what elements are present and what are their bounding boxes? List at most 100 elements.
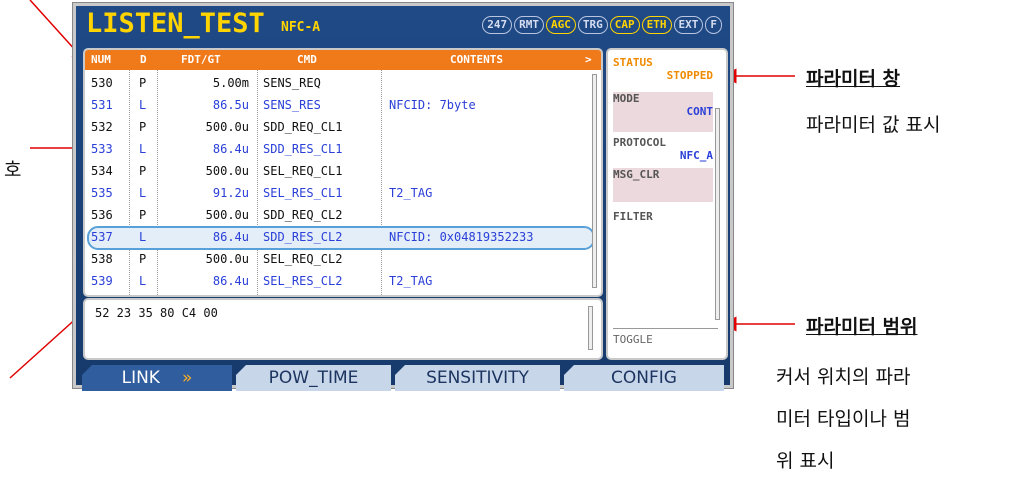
double-chevron-icon: » bbox=[181, 368, 193, 388]
cell-contents: T2_TAG bbox=[389, 274, 433, 288]
cell-fdt: 500.0u bbox=[205, 252, 249, 266]
cell-fdt: 5.00m bbox=[212, 76, 249, 90]
cell-fdt: 500.0u bbox=[205, 120, 249, 134]
param-range-desc-3: 위 표시 bbox=[776, 450, 835, 472]
cell-d: P bbox=[139, 120, 147, 134]
cell-fdt: 500.0u bbox=[205, 208, 249, 222]
screen-title: LISTEN_TEST bbox=[86, 8, 265, 39]
cell-fdt: 86.5u bbox=[212, 98, 249, 112]
table-row[interactable]: 535 L 91.2u SEL_RES_CL1 T2_TAG bbox=[85, 182, 601, 204]
left-annotation-fragment: 호 bbox=[4, 159, 22, 181]
cell-num: 531 bbox=[91, 98, 113, 112]
cell-num: 535 bbox=[91, 186, 113, 200]
cell-d: P bbox=[139, 208, 147, 222]
table-row[interactable]: 533 L 86.4u SDD_RES_CL1 bbox=[85, 138, 601, 160]
mode-label: MODE bbox=[613, 92, 640, 105]
cell-d: P bbox=[139, 76, 147, 90]
cell-d: L bbox=[139, 142, 147, 156]
mode-value: CONT bbox=[686, 105, 714, 118]
cell-num: 534 bbox=[91, 164, 113, 178]
tab-label: POW_TIME bbox=[268, 368, 359, 388]
hex-scrollbar[interactable] bbox=[588, 306, 593, 350]
indicator-badges: 247 RMT AGC TRG CAP ETH EXT F bbox=[482, 16, 722, 34]
cell-num: 530 bbox=[91, 76, 113, 90]
parameter-panel: STATUS STOPPED MODE CONT PROTOCOL NFC_A … bbox=[606, 48, 728, 360]
indicator-eth: ETH bbox=[641, 16, 672, 34]
table-row[interactable]: 534 P 500.0u SEL_REQ_CL1 bbox=[85, 160, 601, 182]
param-window-title: 파라미터 창 bbox=[806, 68, 901, 90]
status-value: STOPPED bbox=[666, 69, 713, 82]
tab-sensitivity[interactable]: SENSITIVITY bbox=[395, 365, 560, 391]
cell-cmd: SDD_RES_CL1 bbox=[263, 142, 343, 156]
table-scrollbar[interactable] bbox=[592, 74, 597, 288]
cell-d: P bbox=[139, 252, 147, 266]
cell-num: 538 bbox=[91, 252, 113, 266]
cell-cmd: SEL_RES_CL2 bbox=[263, 274, 343, 288]
cell-contents: T2_TAG bbox=[389, 186, 433, 200]
cell-cmd: SEL_REQ_CL2 bbox=[263, 252, 343, 266]
cell-cmd: SEL_RES_CL1 bbox=[263, 186, 343, 200]
table-row[interactable]: 538 P 500.0u SEL_REQ_CL2 bbox=[85, 248, 601, 270]
param-protocol[interactable]: PROTOCOL NFC_A bbox=[613, 136, 713, 162]
cell-num: 539 bbox=[91, 274, 113, 288]
cell-cmd: SEL_REQ_CL1 bbox=[263, 164, 343, 178]
cell-num: 533 bbox=[91, 142, 113, 156]
cell-fdt: 500.0u bbox=[205, 164, 249, 178]
param-window-desc: 파라미터 값 표시 bbox=[806, 114, 941, 136]
table-row[interactable]: 536 P 500.0u SDD_REQ_CL2 bbox=[85, 204, 601, 226]
cell-fdt: 86.4u bbox=[212, 274, 249, 288]
cell-d: L bbox=[139, 98, 147, 112]
protocol-value: NFC_A bbox=[679, 149, 713, 162]
title-bar: LISTEN_TEST NFC-A 247 RMT AGC TRG CAP ETH EXT F bbox=[76, 6, 730, 44]
tab-pow-time[interactable]: POW_TIME bbox=[236, 365, 391, 391]
cell-d: L bbox=[139, 186, 147, 200]
col-fdt[interactable]: FDT/GT bbox=[181, 53, 221, 66]
cell-d: L bbox=[139, 274, 147, 288]
cell-d: L bbox=[139, 230, 147, 244]
cell-contents: NFCID: 0x04819352233 bbox=[389, 230, 534, 244]
table-row[interactable]: 537 L 86.4u SDD_RES_CL2 NFCID: 0x04819352233 bbox=[85, 226, 601, 250]
cell-cmd: SDD_REQ_CL2 bbox=[263, 208, 343, 222]
tab-label: LINK bbox=[121, 368, 160, 388]
log-table[interactable]: NUM D FDT/GT CMD CONTENTS > 530 P 5.00m SEN… bbox=[83, 48, 603, 297]
col-direction[interactable]: D bbox=[140, 53, 147, 66]
table-row[interactable]: 531 L 86.5u SENS_RES NFCID: 7byte bbox=[85, 94, 601, 116]
tab-label: CONFIG bbox=[611, 368, 677, 388]
tab-link[interactable]: LINK » bbox=[82, 365, 232, 391]
table-row[interactable]: 539 L 86.4u SEL_RES_CL2 T2_TAG bbox=[85, 270, 601, 292]
param-range-display: TOGGLE bbox=[613, 328, 718, 346]
indicator-agc: AGC bbox=[546, 16, 576, 34]
tab-label: SENSITIVITY bbox=[426, 368, 529, 388]
indicator-ext: EXT bbox=[673, 16, 704, 34]
cell-cmd: SENS_REQ bbox=[263, 76, 321, 90]
cell-num: 532 bbox=[91, 120, 113, 134]
param-status[interactable]: STATUS STOPPED bbox=[613, 56, 713, 82]
chevron-right-icon[interactable]: > bbox=[585, 53, 592, 66]
col-num[interactable]: NUM bbox=[91, 53, 111, 66]
param-filter[interactable]: FILTER bbox=[613, 210, 713, 223]
param-mode[interactable]: MODE CONT bbox=[613, 92, 713, 132]
tab-config[interactable]: CONFIG bbox=[564, 365, 724, 391]
hex-value: 52 23 35 80 C4 00 bbox=[95, 306, 218, 320]
protocol-label: PROTOCOL bbox=[613, 136, 666, 149]
param-scrollbar[interactable] bbox=[715, 108, 720, 320]
cell-d: P bbox=[139, 164, 147, 178]
cell-num: 537 bbox=[91, 230, 113, 244]
col-contents[interactable]: CONTENTS bbox=[450, 53, 503, 66]
param-range-desc-1: 커서 위치의 파라 bbox=[776, 366, 911, 388]
indicator-rmt: RMT bbox=[514, 16, 544, 34]
device-screen: LISTEN_TEST NFC-A 247 RMT AGC TRG CAP ETH EXT F… bbox=[73, 3, 733, 391]
cell-fdt: 86.4u bbox=[212, 142, 249, 156]
protocol-mode: NFC-A bbox=[281, 20, 321, 35]
param-range-desc-2: 미터 타입이나 범 bbox=[776, 408, 911, 430]
cell-num: 536 bbox=[91, 208, 113, 222]
table-row[interactable]: 530 P 5.00m SENS_REQ bbox=[85, 72, 601, 94]
table-row[interactable]: 532 P 500.0u SDD_REQ_CL1 bbox=[85, 116, 601, 138]
cell-cmd: SDD_REQ_CL1 bbox=[263, 120, 343, 134]
cell-fdt: 91.2u bbox=[212, 186, 249, 200]
param-msg-clr[interactable]: MSG_CLR bbox=[613, 168, 713, 202]
indicator-f: F bbox=[705, 16, 722, 34]
col-cmd[interactable]: CMD bbox=[297, 53, 317, 66]
hex-dump-panel: 52 23 35 80 C4 00 bbox=[83, 298, 603, 360]
cell-contents: NFCID: 7byte bbox=[389, 98, 476, 112]
